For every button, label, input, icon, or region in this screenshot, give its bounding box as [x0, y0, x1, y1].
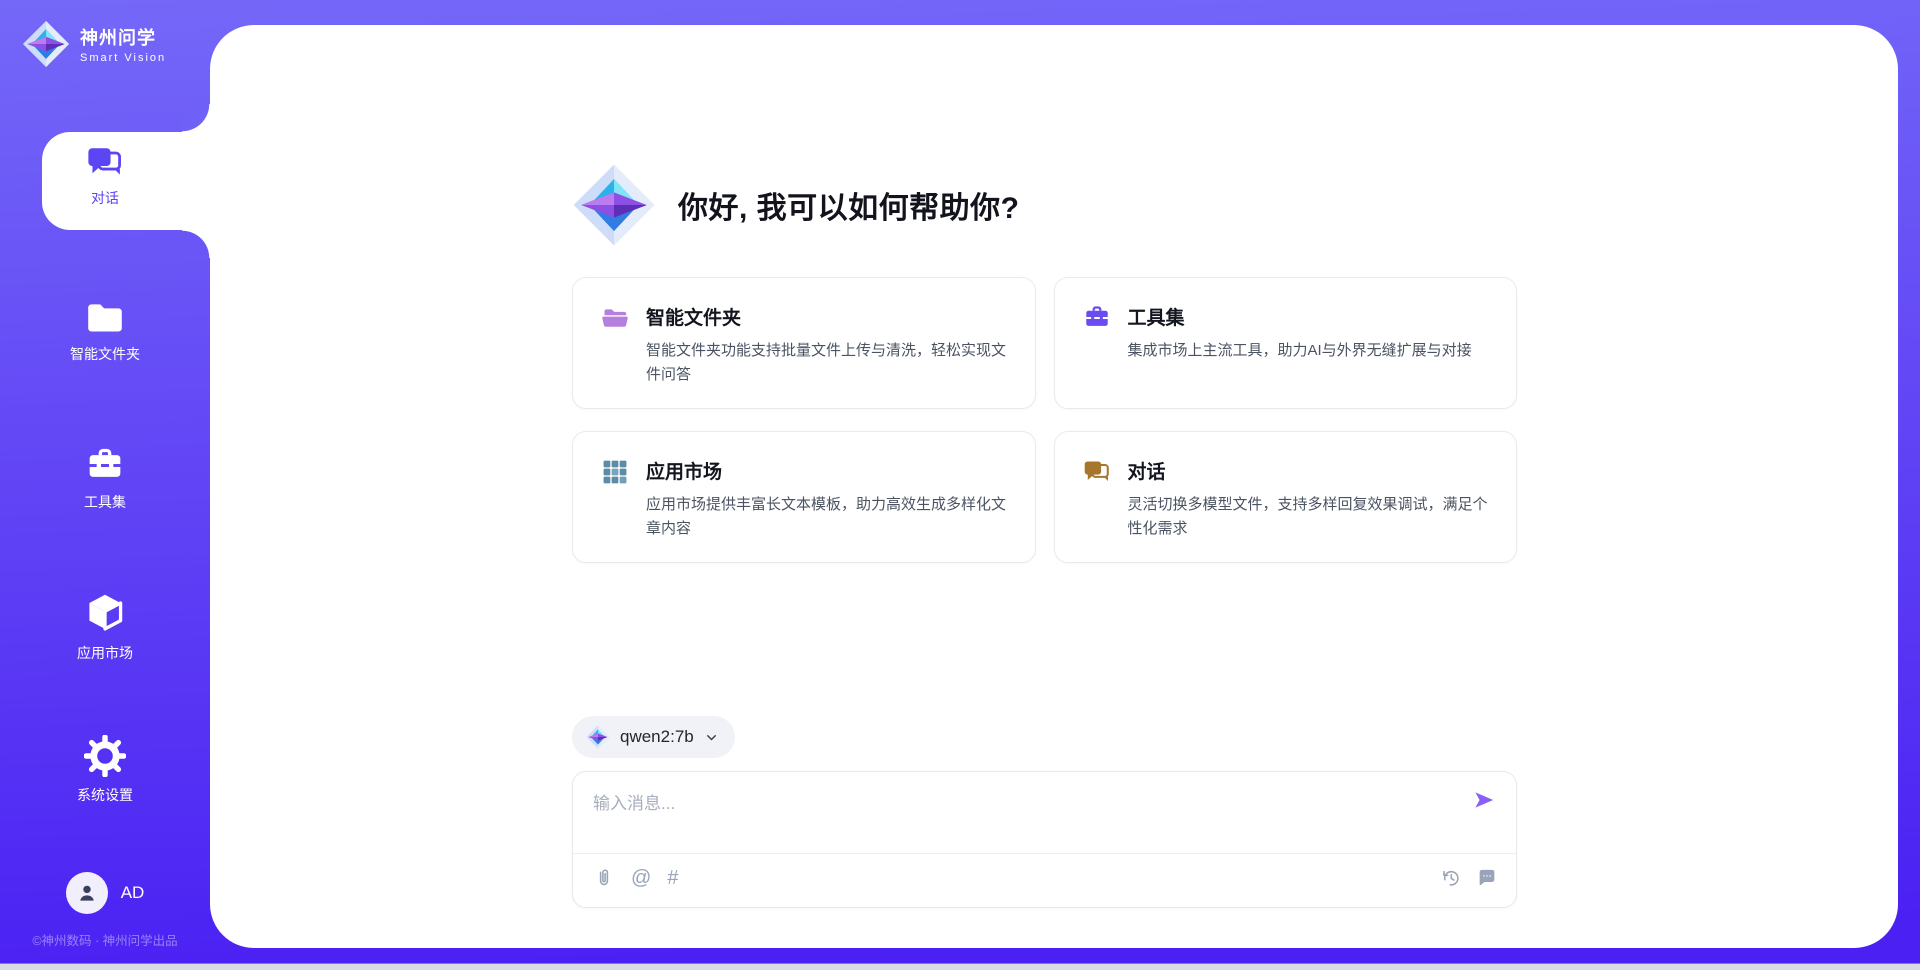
- feature-cards: 智能文件夹 智能文件夹功能支持批量文件上传与清洗，轻松实现文件问答 工具集: [572, 277, 1517, 563]
- card-text: 对话 灵活切换多模型文件，支持多样回复效果调试，满足个性化需求: [1128, 457, 1489, 541]
- content-area: 你好, 我可以如何帮助你? 智能文件夹 智能文件夹功能支持批量文件上传与清洗，轻…: [572, 25, 1517, 970]
- brand-name: 神州问学: [80, 24, 166, 50]
- user-account[interactable]: AD: [0, 872, 210, 914]
- card-description: 应用市场提供丰富长文本模板，助力高效生成多样化文章内容: [646, 493, 1007, 541]
- greeting-logo-icon: [572, 163, 656, 247]
- greeting-title: 你好, 我可以如何帮助你?: [678, 183, 1020, 227]
- hashtag-icon[interactable]: #: [667, 867, 678, 889]
- chat-bubbles-icon: [1083, 458, 1111, 486]
- card-chat[interactable]: 对话 灵活切换多模型文件，支持多样回复效果调试，满足个性化需求: [1054, 431, 1518, 563]
- sidebar-item-label: 系统设置: [77, 785, 133, 805]
- user-name: AD: [121, 883, 145, 903]
- model-selector[interactable]: qwen2:7b: [572, 716, 735, 758]
- card-smart-folder[interactable]: 智能文件夹 智能文件夹功能支持批量文件上传与清洗，轻松实现文件问答: [572, 277, 1036, 409]
- card-app-market[interactable]: 应用市场 应用市场提供丰富长文本模板，助力高效生成多样化文章内容: [572, 431, 1036, 563]
- card-title: 对话: [1128, 457, 1489, 484]
- card-toolset[interactable]: 工具集 集成市场上主流工具，助力AI与外界无缝扩展与对接: [1054, 277, 1518, 409]
- active-tab-fillet-top: [182, 104, 210, 132]
- card-title: 应用市场: [646, 457, 1007, 484]
- sidebar-item-smart-folder[interactable]: 智能文件夹: [0, 300, 210, 364]
- history-icon[interactable]: [1440, 867, 1462, 889]
- sidebar-item-label: 应用市场: [77, 643, 133, 663]
- sidebar-item-label: 对话: [91, 188, 119, 208]
- sidebar-item-settings[interactable]: 系统设置: [0, 735, 210, 805]
- person-icon: [75, 881, 99, 905]
- app-window: 神州问学 Smart Vision 对话: [0, 0, 1920, 970]
- sidebar: 神州问学 Smart Vision 对话: [0, 0, 210, 970]
- attachment-icon[interactable]: [593, 867, 615, 889]
- greeting: 你好, 我可以如何帮助你?: [572, 163, 1020, 247]
- sidebar-item-label: 工具集: [84, 492, 126, 512]
- card-description: 集成市场上主流工具，助力AI与外界无缝扩展与对接: [1128, 339, 1472, 363]
- brand-logo-icon: [22, 20, 70, 68]
- active-tab-fillet-bottom: [182, 230, 210, 258]
- model-logo-icon: [586, 725, 610, 749]
- card-description: 灵活切换多模型文件，支持多样回复效果调试，满足个性化需求: [1128, 493, 1489, 541]
- message-input[interactable]: [573, 772, 1516, 852]
- sidebar-item-app-market[interactable]: 应用市场: [0, 589, 210, 663]
- comment-icon[interactable]: [1476, 867, 1498, 889]
- brand-text: 神州问学 Smart Vision: [80, 24, 166, 64]
- brand: 神州问学 Smart Vision: [22, 20, 166, 68]
- toolbox-icon: [85, 447, 125, 484]
- model-name: qwen2:7b: [620, 727, 694, 747]
- card-title: 智能文件夹: [646, 303, 1007, 330]
- toolbox-icon: [1083, 304, 1111, 332]
- sidebar-item-label: 智能文件夹: [70, 344, 140, 364]
- card-description: 智能文件夹功能支持批量文件上传与清洗，轻松实现文件问答: [646, 339, 1007, 387]
- grid-icon: [601, 458, 629, 486]
- folder-open-icon: [601, 304, 629, 332]
- card-text: 智能文件夹 智能文件夹功能支持批量文件上传与清洗，轻松实现文件问答: [646, 303, 1007, 387]
- chevron-down-icon: [704, 730, 719, 745]
- cube-icon: [83, 589, 127, 635]
- card-title: 工具集: [1128, 303, 1472, 330]
- sidebar-item-toolset[interactable]: 工具集: [0, 447, 210, 512]
- composer-divider: [573, 853, 1516, 854]
- sidebar-item-chat[interactable]: 对话: [0, 145, 210, 208]
- card-text: 工具集 集成市场上主流工具，助力AI与外界无缝扩展与对接: [1128, 303, 1472, 387]
- avatar: [66, 872, 108, 914]
- composer-left-tools: @ #: [593, 867, 678, 889]
- gear-icon: [84, 735, 126, 777]
- card-text: 应用市场 应用市场提供丰富长文本模板，助力高效生成多样化文章内容: [646, 457, 1007, 541]
- copyright-footer: ©神州数码 · 神州问学出品: [0, 930, 210, 949]
- window-bottom-edge: [0, 963, 1920, 970]
- folder-icon: [84, 300, 126, 336]
- mention-icon[interactable]: @: [631, 867, 651, 889]
- composer: @ #: [572, 771, 1517, 908]
- composer-right-tools: [1440, 867, 1498, 889]
- chat-bubbles-icon: [86, 145, 124, 180]
- send-icon[interactable]: [1472, 788, 1496, 812]
- brand-subtitle: Smart Vision: [80, 52, 166, 64]
